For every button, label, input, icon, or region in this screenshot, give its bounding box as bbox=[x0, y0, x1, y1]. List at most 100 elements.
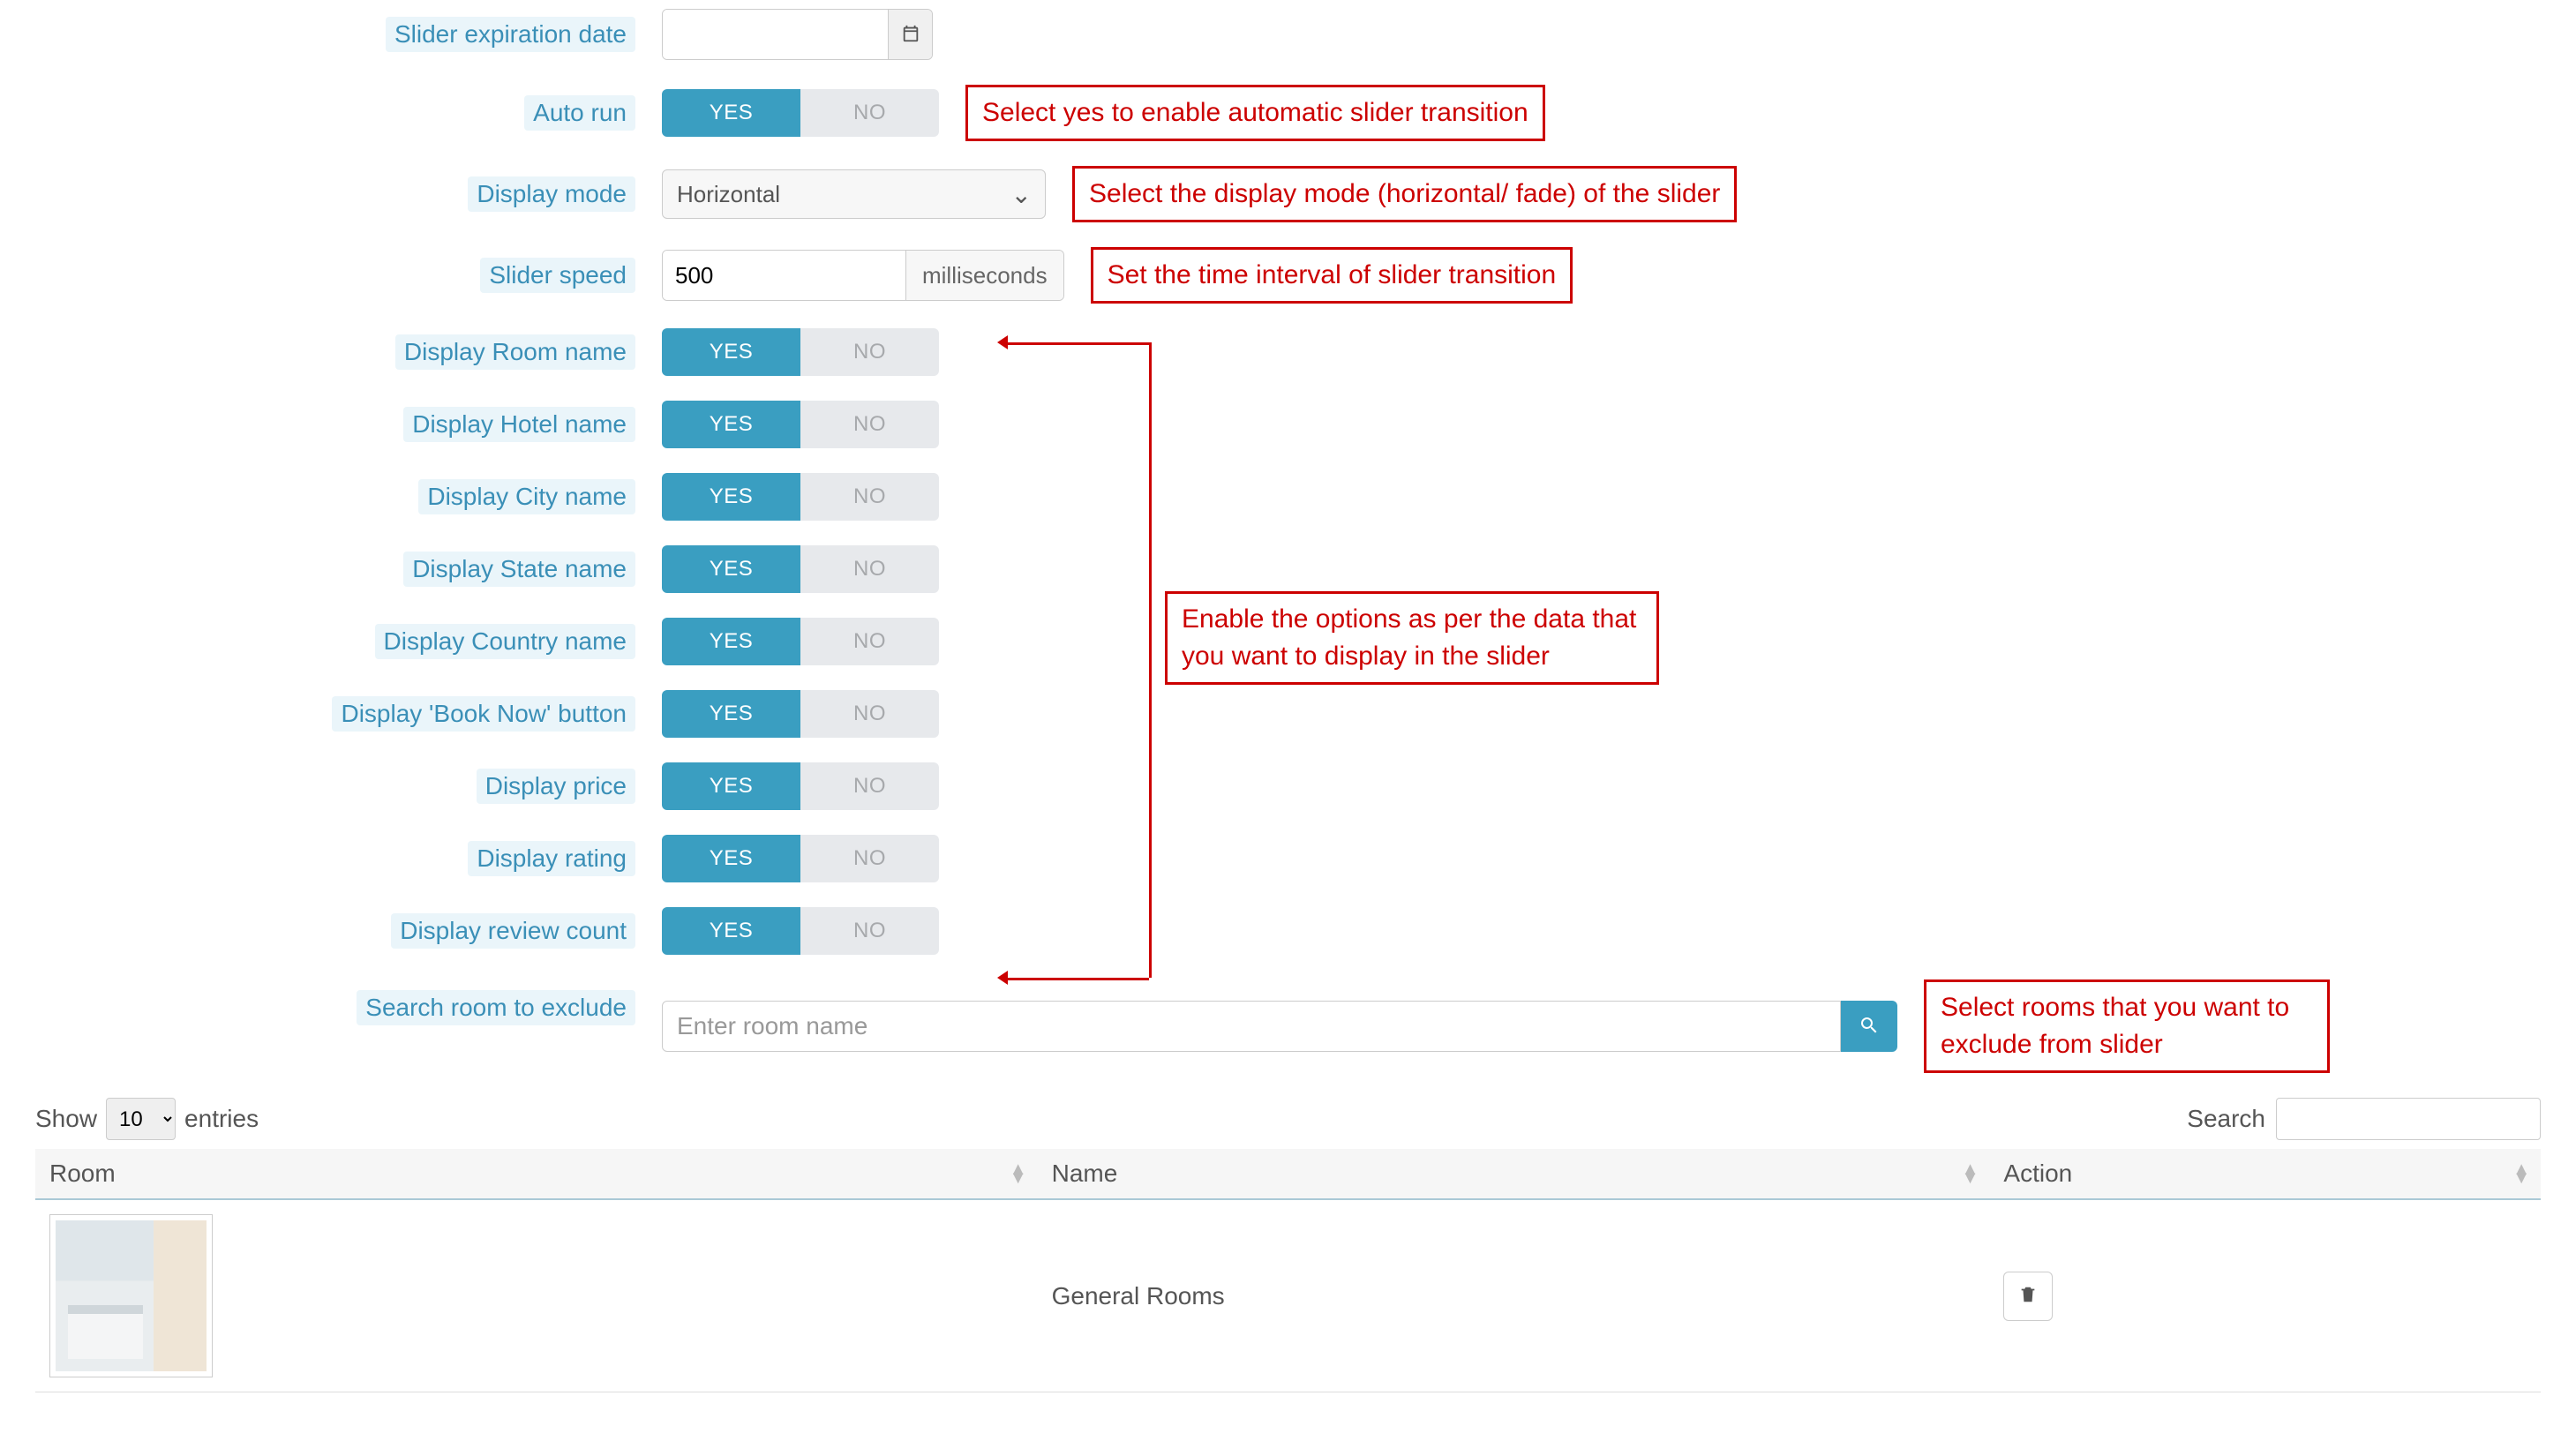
state-no[interactable]: NO bbox=[800, 545, 939, 593]
country-yes[interactable]: YES bbox=[662, 618, 800, 665]
row-autorun: Auto run YES NO Select yes to enable aut… bbox=[44, 85, 2541, 141]
toggle-city: YES NO bbox=[662, 473, 939, 521]
slider-settings-form: Slider expiration date Auto run YES NO S… bbox=[44, 9, 2541, 1073]
table-search-group: Search bbox=[2187, 1098, 2541, 1140]
sort-icon[interactable]: ▲▼ bbox=[1010, 1165, 1027, 1182]
toggle-booknow: YES NO bbox=[662, 690, 939, 738]
callout-speed: Set the time interval of slider transiti… bbox=[1091, 247, 1573, 304]
col-action: Action ▲▼ bbox=[1989, 1149, 2541, 1199]
label-state: Display State name bbox=[403, 552, 635, 587]
country-no[interactable]: NO bbox=[800, 618, 939, 665]
calendar-button[interactable] bbox=[888, 10, 932, 59]
row-speed: Slider speed milliseconds Set the time i… bbox=[44, 247, 2541, 304]
city-no[interactable]: NO bbox=[800, 473, 939, 521]
toggle-state: YES NO bbox=[662, 545, 939, 593]
table-search-label: Search bbox=[2187, 1105, 2265, 1133]
speed-unit: milliseconds bbox=[905, 251, 1063, 300]
connector-top-arrow bbox=[997, 335, 1008, 349]
exclude-search-group bbox=[662, 1001, 1897, 1052]
exclude-input[interactable] bbox=[662, 1001, 1841, 1052]
state-yes[interactable]: YES bbox=[662, 545, 800, 593]
row-review: Display review count YES NO bbox=[44, 907, 2541, 955]
label-expiration: Slider expiration date bbox=[386, 17, 635, 52]
expiration-input[interactable] bbox=[663, 10, 888, 59]
booknow-no[interactable]: NO bbox=[800, 690, 939, 738]
row-booknow: Display 'Book Now' button YES NO bbox=[44, 690, 2541, 738]
trash-icon bbox=[2018, 1285, 2038, 1307]
label-price: Display price bbox=[477, 769, 635, 804]
table-toolbar: Show 10 entries Search bbox=[35, 1098, 2541, 1140]
toggle-price: YES NO bbox=[662, 762, 939, 810]
row-rating: Display rating YES NO bbox=[44, 835, 2541, 882]
connector-top bbox=[1006, 342, 1149, 345]
label-exclude: Search room to exclude bbox=[357, 990, 635, 1025]
table-search-input[interactable] bbox=[2276, 1098, 2541, 1140]
room-yes[interactable]: YES bbox=[662, 328, 800, 376]
review-yes[interactable]: YES bbox=[662, 907, 800, 955]
callout-autorun: Select yes to enable automatic slider tr… bbox=[965, 85, 1545, 141]
toggle-hotel: YES NO bbox=[662, 401, 939, 448]
callout-exclude: Select rooms that you want to exclude fr… bbox=[1924, 979, 2330, 1073]
hotel-no[interactable]: NO bbox=[800, 401, 939, 448]
calendar-icon bbox=[901, 24, 920, 46]
exclude-search-button[interactable] bbox=[1841, 1001, 1897, 1052]
connector-bottom-arrow bbox=[997, 971, 1008, 985]
rating-no[interactable]: NO bbox=[800, 835, 939, 882]
delete-row-button[interactable] bbox=[2003, 1272, 2053, 1321]
label-room: Display Room name bbox=[395, 334, 635, 370]
search-icon bbox=[1859, 1015, 1880, 1039]
callout-display: Enable the options as per the data that … bbox=[1165, 591, 1659, 685]
speed-input[interactable] bbox=[663, 251, 905, 300]
sort-icon[interactable]: ▲▼ bbox=[2512, 1165, 2530, 1182]
excluded-rooms-table: Room ▲▼ Name ▲▼ Action ▲▼ General Rooms bbox=[35, 1149, 2541, 1392]
row-exclude: Search room to exclude Select rooms that… bbox=[44, 979, 2541, 1073]
label-speed: Slider speed bbox=[480, 258, 635, 293]
room-no[interactable]: NO bbox=[800, 328, 939, 376]
connector-bottom bbox=[1006, 978, 1149, 980]
rating-yes[interactable]: YES bbox=[662, 835, 800, 882]
row-expiration: Slider expiration date bbox=[44, 9, 2541, 60]
show-entries-group: Show 10 entries bbox=[35, 1098, 259, 1140]
toggle-room: YES NO bbox=[662, 328, 939, 376]
show-label-pre: Show bbox=[35, 1105, 97, 1133]
label-hotel: Display Hotel name bbox=[403, 407, 635, 442]
room-thumbnail bbox=[49, 1214, 213, 1377]
row-room: Display Room name YES NO bbox=[44, 328, 2541, 376]
booknow-yes[interactable]: YES bbox=[662, 690, 800, 738]
label-city: Display City name bbox=[418, 479, 635, 514]
city-yes[interactable]: YES bbox=[662, 473, 800, 521]
show-label-post: entries bbox=[184, 1105, 259, 1133]
hotel-yes[interactable]: YES bbox=[662, 401, 800, 448]
autorun-yes[interactable]: YES bbox=[662, 89, 800, 137]
row-state: Display State name YES NO bbox=[44, 545, 2541, 593]
speed-input-group: milliseconds bbox=[662, 250, 1064, 301]
row-name: General Rooms bbox=[1038, 1199, 1990, 1392]
connector-vertical bbox=[1149, 342, 1152, 978]
autorun-no[interactable]: NO bbox=[800, 89, 939, 137]
toggle-review: YES NO bbox=[662, 907, 939, 955]
toggle-rating: YES NO bbox=[662, 835, 939, 882]
price-yes[interactable]: YES bbox=[662, 762, 800, 810]
toggle-country: YES NO bbox=[662, 618, 939, 665]
row-city: Display City name YES NO bbox=[44, 473, 2541, 521]
col-room: Room ▲▼ bbox=[35, 1149, 1038, 1199]
label-review: Display review count bbox=[391, 913, 635, 949]
table-row: General Rooms bbox=[35, 1199, 2541, 1392]
row-price: Display price YES NO bbox=[44, 762, 2541, 810]
review-no[interactable]: NO bbox=[800, 907, 939, 955]
sort-icon[interactable]: ▲▼ bbox=[1962, 1165, 1979, 1182]
label-rating: Display rating bbox=[468, 841, 635, 876]
mode-select[interactable] bbox=[662, 169, 1046, 219]
label-autorun: Auto run bbox=[524, 95, 635, 131]
label-booknow: Display 'Book Now' button bbox=[332, 696, 635, 732]
label-mode: Display mode bbox=[468, 176, 635, 212]
row-hotel: Display Hotel name YES NO bbox=[44, 401, 2541, 448]
price-no[interactable]: NO bbox=[800, 762, 939, 810]
expiration-input-group bbox=[662, 9, 933, 60]
col-name: Name ▲▼ bbox=[1038, 1149, 1990, 1199]
toggle-autorun: YES NO bbox=[662, 89, 939, 137]
entries-select[interactable]: 10 bbox=[106, 1098, 176, 1140]
label-country: Display Country name bbox=[375, 624, 635, 659]
callout-mode: Select the display mode (horizontal/ fad… bbox=[1072, 166, 1737, 222]
row-mode: Display mode Select the display mode (ho… bbox=[44, 166, 2541, 222]
